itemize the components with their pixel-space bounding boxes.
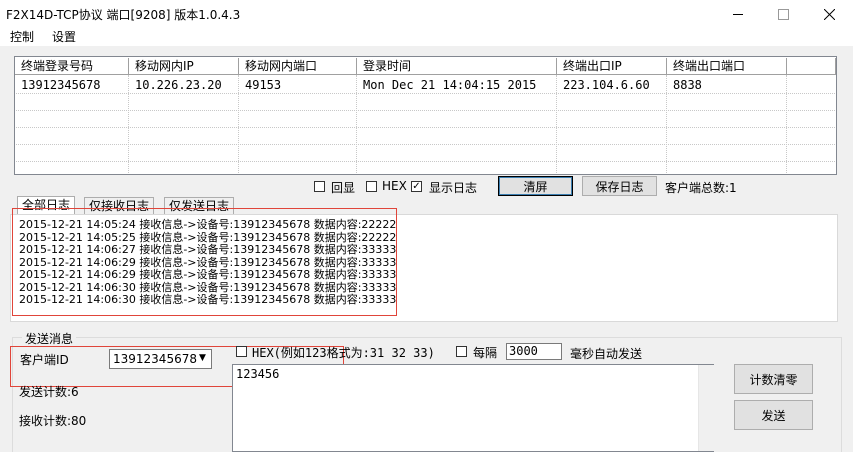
window-title: F2X14D-TCP协议 端口[9208] 版本1.0.4.3	[6, 8, 241, 22]
column-header[interactable]: 登录时间	[357, 58, 557, 75]
reset-count-button[interactable]: 计数清零	[734, 364, 813, 394]
send-button[interactable]: 发送	[734, 400, 813, 430]
title-bar: F2X14D-TCP协议 端口[9208] 版本1.0.4.3	[0, 0, 853, 28]
interval-checkbox[interactable]	[456, 346, 467, 357]
clear-button[interactable]: 清屏	[498, 176, 573, 196]
column-header[interactable]: 移动网内端口	[239, 58, 357, 75]
maximize-icon	[777, 8, 789, 20]
clients-table[interactable]: 终端登录号码 移动网内IP 移动网内端口 登录时间 终端出口IP 终端出口端口 …	[14, 56, 837, 175]
menu-settings[interactable]: 设置	[52, 28, 76, 46]
table-cell: Mon Dec 21 14:04:15 2015	[363, 78, 537, 92]
message-text: 123456	[236, 367, 280, 381]
send-count: 发送计数:6	[19, 385, 79, 399]
table-cell: 223.104.6.60	[563, 78, 650, 92]
minimize-icon	[733, 13, 743, 15]
hex-checkbox[interactable]	[366, 181, 377, 192]
showlog-label: 显示日志	[429, 181, 478, 195]
menu-control[interactable]: 控制	[10, 28, 34, 46]
minimize-button[interactable]	[715, 0, 761, 28]
column-header[interactable]: 移动网内IP	[129, 58, 239, 75]
echo-label: 回显	[331, 181, 356, 195]
interval-unit: 毫秒自动发送	[570, 347, 643, 361]
table-cell: 49153	[245, 78, 282, 92]
send-hex-checkbox[interactable]	[236, 346, 247, 357]
interval-label: 每隔	[473, 346, 498, 360]
hex-label: HEX	[382, 179, 407, 193]
send-hex-label: HEX(例如123格式为:31 32 33)	[252, 346, 435, 360]
message-input[interactable]: 123456	[232, 364, 714, 452]
maximize-button[interactable]	[760, 0, 806, 28]
showlog-checkbox[interactable]: ✓	[411, 181, 422, 192]
close-icon	[823, 8, 835, 20]
interval-input[interactable]: 3000	[506, 343, 562, 360]
column-header[interactable]: 终端出口IP	[557, 58, 667, 75]
highlight-box	[12, 208, 397, 316]
column-header-filler	[787, 58, 836, 75]
send-group-title: 发送消息	[22, 330, 77, 347]
menu-bar: 控制 设置	[0, 28, 853, 46]
table-cell: 13912345678	[21, 78, 101, 92]
message-scrollbar[interactable]	[698, 365, 714, 451]
column-header[interactable]: 终端出口端口	[667, 58, 787, 75]
echo-checkbox[interactable]	[314, 181, 325, 192]
table-cell: 8838	[673, 78, 702, 92]
close-button[interactable]	[806, 0, 852, 28]
column-header[interactable]: 终端登录号码	[15, 58, 129, 75]
check-icon: ✓	[412, 180, 421, 192]
table-cell: 10.226.23.20	[135, 78, 222, 92]
table-row[interactable]: 13912345678 10.226.23.20 49153 Mon Dec 2…	[15, 77, 836, 93]
recv-count: 接收计数:80	[19, 414, 87, 428]
client-total: 客户端总数:1	[665, 181, 737, 195]
save-log-button[interactable]: 保存日志	[582, 176, 657, 196]
